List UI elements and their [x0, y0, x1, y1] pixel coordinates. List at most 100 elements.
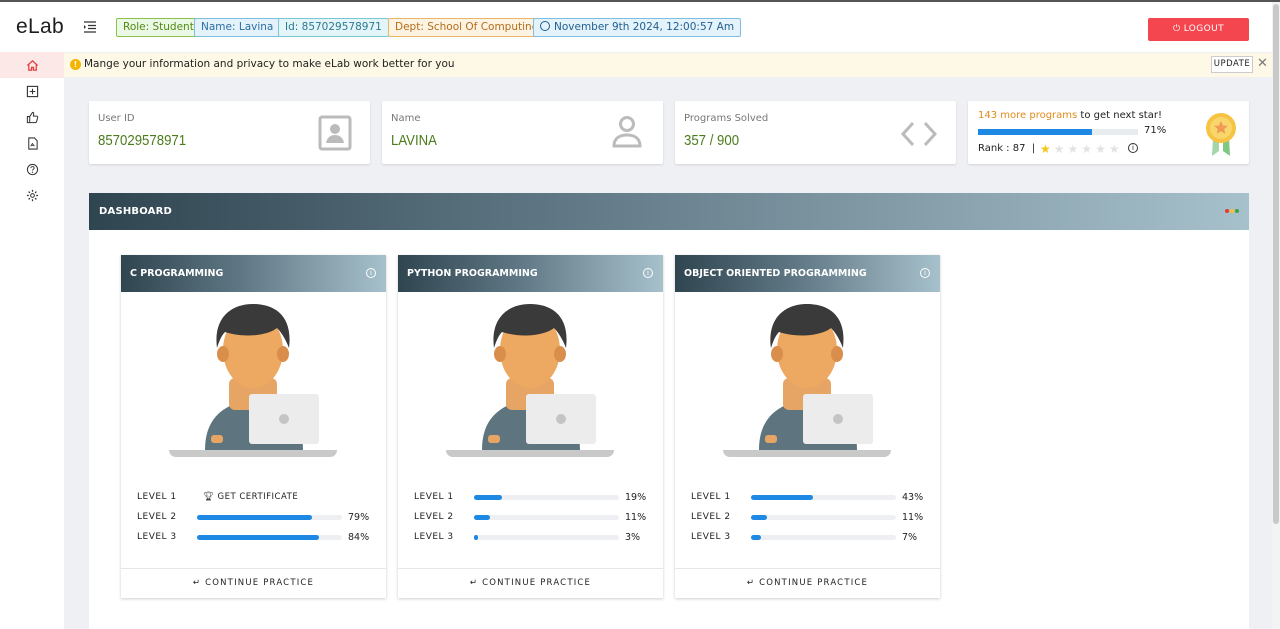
- course-header: PYTHON PROGRAMMING i: [398, 255, 663, 292]
- close-icon[interactable]: ✕: [1257, 56, 1268, 71]
- course-title: C PROGRAMMING: [130, 268, 224, 279]
- level-percent: 84%: [348, 532, 370, 543]
- id-chip: Id: 857029578971: [278, 18, 389, 37]
- scrollbar-thumb[interactable]: [1273, 4, 1279, 524]
- rank-separator: |: [1031, 143, 1036, 154]
- top-bar: eLab Role: Student Name: Lavina Id: 8570…: [0, 0, 1280, 52]
- rank-value: 87: [1012, 143, 1026, 154]
- programs-remaining: 143 more programs: [978, 110, 1078, 121]
- next-star-text: 143 more programs to get next star!: [978, 110, 1162, 121]
- info-icon: !: [70, 59, 81, 70]
- settings-icon: [26, 189, 38, 201]
- level-progress-fill: [197, 515, 312, 520]
- sidebar-item-home[interactable]: [0, 52, 64, 78]
- level-progress-bar: [474, 535, 619, 540]
- level-progress-fill: [474, 495, 502, 500]
- level-progress-fill: [751, 535, 762, 540]
- power-icon: ⏻: [1172, 24, 1184, 34]
- student-illustration: [721, 300, 893, 464]
- user-icon: [612, 116, 642, 148]
- continue-practice-button[interactable]: ↵ CONTINUE PRACTICE: [121, 568, 386, 598]
- report-icon: [27, 136, 38, 150]
- course-info-icon[interactable]: i: [920, 268, 930, 278]
- star-icon: ★: [1040, 142, 1054, 156]
- level-progress-fill: [474, 535, 479, 540]
- level-percent: 11%: [902, 512, 924, 523]
- medal-icon: [1206, 113, 1236, 156]
- course-card: C PROGRAMMING i LEVEL 1 🏆︎ GET CERTIFICAT…: [121, 255, 386, 598]
- continue-practice-label: CONTINUE PRACTICE: [482, 578, 592, 588]
- level-progress-fill: [474, 515, 490, 520]
- level-label: LEVEL 2: [691, 512, 731, 522]
- home-icon: [26, 59, 38, 71]
- level-progress-fill: [751, 495, 814, 500]
- level-progress-fill: [751, 515, 767, 520]
- sidebar-item-help[interactable]: [0, 156, 64, 182]
- level-progress-fill: [197, 535, 319, 540]
- course-info-icon[interactable]: i: [366, 268, 376, 278]
- dashboard-header: DASHBOARD: [89, 193, 1249, 230]
- continue-practice-button[interactable]: ↵ CONTINUE PRACTICE: [675, 568, 940, 598]
- course-title: OBJECT ORIENTED PROGRAMMING: [684, 268, 867, 279]
- level-progress-bar: [197, 535, 342, 540]
- red-dot: [1225, 209, 1229, 213]
- level-percent: 11%: [625, 512, 647, 523]
- course-card: PYTHON PROGRAMMING i LEVEL 1 19% LEVEL 2 11…: [398, 255, 663, 598]
- name-label: Name: [391, 113, 421, 124]
- user-id-label: User ID: [98, 113, 135, 124]
- logout-label: LOGOUT: [1183, 24, 1225, 34]
- notice-text: Mange your information and privacy to ma…: [84, 58, 455, 70]
- level-progress-bar: [751, 495, 896, 500]
- sidebar: [0, 52, 64, 629]
- level-percent: 79%: [348, 512, 370, 523]
- course-header: OBJECT ORIENTED PROGRAMMING i: [675, 255, 940, 292]
- get-certificate-button[interactable]: 🏆︎ GET CERTIFICATE: [203, 492, 298, 502]
- sidebar-item-likes[interactable]: [0, 104, 64, 130]
- page-scrollbar[interactable]: [1272, 2, 1280, 629]
- window-dots: [1225, 209, 1239, 213]
- menu-toggle-icon[interactable]: [84, 18, 98, 33]
- star-rating: ★★★★★★: [1040, 142, 1123, 156]
- star-icon: ★: [1095, 142, 1109, 156]
- course-card: OBJECT ORIENTED PROGRAMMING i LEVEL 1 43%…: [675, 255, 940, 598]
- continue-practice-button[interactable]: ↵ CONTINUE PRACTICE: [398, 568, 663, 598]
- trophy-icon: 🏆︎: [203, 492, 218, 502]
- course-info-icon[interactable]: i: [643, 268, 653, 278]
- student-illustration: [444, 300, 616, 464]
- yellow-dot: [1230, 209, 1234, 213]
- privacy-notice: ! Mange your information and privacy to …: [64, 53, 1272, 77]
- sidebar-item-settings[interactable]: [0, 182, 64, 208]
- dashboard-panel: DASHBOARD C PROGRAMMING i LEVEL 1 🏆︎ GET …: [89, 193, 1249, 629]
- level-percent: 7%: [902, 532, 918, 543]
- programs-solved-label: Programs Solved: [684, 113, 769, 124]
- datetime-chip: November 9th 2024, 12:00:57 Am: [533, 18, 742, 37]
- star-progress-percent: 71%: [1144, 125, 1167, 136]
- star-icon: ★: [1067, 142, 1082, 156]
- course-header: C PROGRAMMING i: [121, 255, 386, 292]
- next-star-card: 143 more programs to get next star! 71% …: [968, 101, 1249, 164]
- star-icon: ★: [1053, 142, 1068, 156]
- continue-practice-label: CONTINUE PRACTICE: [759, 578, 869, 588]
- course-title: PYTHON PROGRAMMING: [407, 268, 538, 279]
- certificate-label: GET CERTIFICATE: [217, 492, 299, 502]
- continue-practice-label: CONTINUE PRACTICE: [205, 578, 315, 588]
- star-icon: ★: [1108, 142, 1123, 156]
- green-dot: [1235, 209, 1239, 213]
- update-button[interactable]: UPDATE: [1211, 56, 1253, 73]
- logout-button[interactable]: ⏻ LOGOUT: [1148, 18, 1249, 41]
- app-logo[interactable]: eLab: [16, 15, 64, 39]
- help-icon: [26, 163, 38, 175]
- programs-solved-value: 357 / 900: [684, 132, 740, 149]
- level-label: LEVEL 2: [137, 512, 177, 522]
- star-progress-fill: [978, 129, 1092, 135]
- id-card-icon: [318, 115, 352, 151]
- code-icon: [900, 121, 938, 147]
- star-progress-bar: [978, 129, 1138, 135]
- rank-info-icon[interactable]: i: [1128, 143, 1138, 153]
- level-label: LEVEL 2: [414, 512, 454, 522]
- sidebar-item-add[interactable]: [0, 78, 64, 104]
- sidebar-item-report[interactable]: [0, 130, 64, 156]
- level-progress-bar: [474, 495, 619, 500]
- level-percent: 19%: [625, 492, 647, 503]
- return-icon: ↵: [469, 578, 483, 588]
